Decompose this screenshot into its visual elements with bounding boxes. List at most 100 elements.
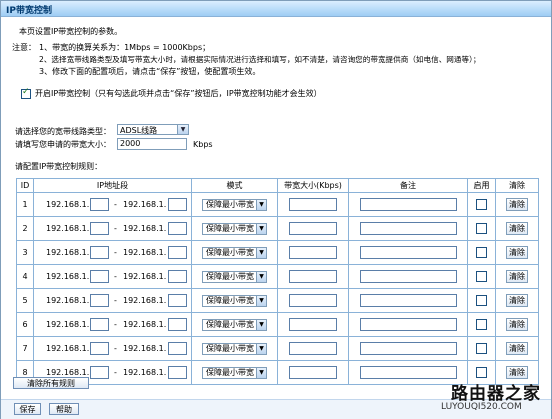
mode-select[interactable]: 保障最小带宽 ▼ bbox=[202, 270, 267, 283]
clear-cell: 清除 bbox=[495, 312, 539, 337]
rule-enable-checkbox[interactable] bbox=[476, 319, 487, 330]
ip-start-input[interactable] bbox=[90, 246, 109, 259]
note-input[interactable] bbox=[359, 270, 457, 283]
chevron-down-icon: ▼ bbox=[256, 295, 266, 306]
chevron-down-icon: ▼ bbox=[256, 319, 266, 330]
mode-cell: 保障最小带宽 ▼ bbox=[191, 216, 278, 241]
ip-start-input[interactable] bbox=[90, 198, 109, 211]
mode-select[interactable]: 保障最小带宽 ▼ bbox=[202, 246, 267, 259]
clear-row-button[interactable]: 清除 bbox=[506, 246, 528, 259]
bandwidth-size-input[interactable] bbox=[289, 270, 337, 283]
clear-row-button[interactable]: 清除 bbox=[506, 270, 528, 283]
mode-select[interactable]: 保障最小带宽 ▼ bbox=[202, 318, 267, 331]
line-type-label: 请选择您的宽带线路类型： bbox=[15, 127, 111, 136]
line-type-value: ADSL线路 bbox=[120, 126, 158, 135]
mode-value: 保障最小带宽 bbox=[206, 223, 254, 233]
rule-id: 6 bbox=[16, 312, 34, 337]
table-row: 1 192.168.1. -192.168.1. 保障最小带宽 ▼ 清除 bbox=[16, 192, 539, 217]
rule-enable-checkbox[interactable] bbox=[476, 295, 487, 306]
enable-cell bbox=[467, 216, 496, 241]
ip-range-cell: 192.168.1. -192.168.1. bbox=[33, 312, 192, 337]
table-header-row: ID IP地址段 模式 带宽大小(Kbps) 备注 启用 清除 bbox=[16, 178, 539, 193]
mode-select[interactable]: 保障最小带宽 ▼ bbox=[202, 342, 267, 355]
title-bar: IP带宽控制 bbox=[1, 1, 551, 17]
mode-select[interactable]: 保障最小带宽 ▼ bbox=[202, 222, 267, 235]
rule-id: 3 bbox=[16, 240, 34, 265]
clear-row-button[interactable]: 清除 bbox=[506, 342, 528, 355]
rule-id: 1 bbox=[16, 192, 34, 217]
bandwidth-size-input[interactable] bbox=[289, 342, 337, 355]
mode-select[interactable]: 保障最小带宽 ▼ bbox=[202, 294, 267, 307]
note-input[interactable] bbox=[359, 366, 457, 379]
clear-row-button[interactable]: 清除 bbox=[506, 366, 528, 379]
ip-start-input[interactable] bbox=[90, 342, 109, 355]
bandwidth-size-input[interactable] bbox=[289, 222, 337, 235]
note-input[interactable] bbox=[359, 198, 457, 211]
mode-select[interactable]: 保障最小带宽 ▼ bbox=[202, 366, 267, 379]
ip-start-input[interactable] bbox=[90, 318, 109, 331]
clear-row-button[interactable]: 清除 bbox=[506, 222, 528, 235]
save-button[interactable]: 保存 bbox=[14, 403, 41, 415]
window-title: IP带宽控制 bbox=[6, 6, 52, 16]
bandwidth-input[interactable]: 2000 bbox=[117, 138, 187, 150]
enable-cell bbox=[467, 336, 496, 361]
rule-enable-checkbox[interactable] bbox=[476, 367, 487, 378]
rule-enable-checkbox[interactable] bbox=[476, 247, 487, 258]
rule-enable-checkbox[interactable] bbox=[476, 343, 487, 354]
ip-start-prefix: 192.168.1. bbox=[46, 368, 90, 377]
bandwidth-size-input[interactable] bbox=[289, 366, 337, 379]
watermark-logo: 路由器之家 bbox=[451, 384, 541, 404]
ip-end-input[interactable] bbox=[168, 270, 187, 283]
header-note: 备注 bbox=[348, 178, 468, 193]
clear-row-button[interactable]: 清除 bbox=[506, 198, 528, 211]
rule-enable-checkbox[interactable] bbox=[476, 199, 487, 210]
note-input[interactable] bbox=[359, 294, 457, 307]
ip-end-input[interactable] bbox=[168, 318, 187, 331]
ip-start-prefix: 192.168.1. bbox=[46, 320, 90, 329]
clear-row-button[interactable]: 清除 bbox=[506, 318, 528, 331]
mode-select[interactable]: 保障最小带宽 ▼ bbox=[202, 198, 267, 211]
clear-row-button[interactable]: 清除 bbox=[506, 294, 528, 307]
ip-end-prefix: 192.168.1. bbox=[123, 344, 167, 353]
rule-enable-checkbox[interactable] bbox=[476, 271, 487, 282]
note-input[interactable] bbox=[359, 342, 457, 355]
note-input[interactable] bbox=[359, 318, 457, 331]
ip-start-prefix: 192.168.1. bbox=[46, 224, 90, 233]
ip-start-input[interactable] bbox=[90, 222, 109, 235]
ip-start-input[interactable] bbox=[90, 270, 109, 283]
clear-cell: 清除 bbox=[495, 240, 539, 265]
rule-enable-checkbox[interactable] bbox=[476, 223, 487, 234]
note-cell bbox=[348, 240, 468, 265]
help-button[interactable]: 帮助 bbox=[49, 403, 79, 415]
ip-end-input[interactable] bbox=[168, 366, 187, 379]
mode-cell: 保障最小带宽 ▼ bbox=[191, 264, 278, 289]
page-frame: IP带宽控制 本页设置IP带宽控制的参数。 注意： 1、带宽的换算关系为：1Mb… bbox=[0, 0, 552, 419]
ip-end-input[interactable] bbox=[168, 198, 187, 211]
clear-all-button[interactable]: 清除所有规则 bbox=[13, 377, 89, 389]
bandwidth-size-input[interactable] bbox=[289, 318, 337, 331]
note-cell bbox=[348, 360, 468, 385]
note-cell bbox=[348, 336, 468, 361]
bandwidth-size-input[interactable] bbox=[289, 246, 337, 259]
ip-end-prefix: 192.168.1. bbox=[123, 200, 167, 209]
note-cell bbox=[348, 312, 468, 337]
bandwidth-size-input[interactable] bbox=[289, 198, 337, 211]
note-input[interactable] bbox=[359, 246, 457, 259]
bandwidth-cell bbox=[277, 264, 349, 289]
mode-value: 保障最小带宽 bbox=[206, 271, 254, 281]
ip-range-cell: 192.168.1. -192.168.1. bbox=[33, 288, 192, 313]
ip-start-input[interactable] bbox=[90, 294, 109, 307]
line-type-select[interactable]: ADSL线路 ▼ bbox=[117, 124, 189, 135]
ip-end-prefix: 192.168.1. bbox=[123, 320, 167, 329]
ip-end-input[interactable] bbox=[168, 246, 187, 259]
mode-cell: 保障最小带宽 ▼ bbox=[191, 336, 278, 361]
note-cell bbox=[348, 192, 468, 217]
ip-start-input[interactable] bbox=[90, 366, 109, 379]
bandwidth-size-input[interactable] bbox=[289, 294, 337, 307]
enable-checkbox[interactable] bbox=[21, 87, 31, 99]
ip-end-input[interactable] bbox=[168, 294, 187, 307]
ip-end-input[interactable] bbox=[168, 342, 187, 355]
mode-value: 保障最小带宽 bbox=[206, 199, 254, 209]
ip-end-input[interactable] bbox=[168, 222, 187, 235]
note-input[interactable] bbox=[359, 222, 457, 235]
